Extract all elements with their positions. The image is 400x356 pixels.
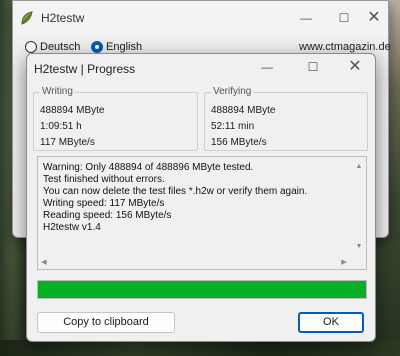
dialog-close-button[interactable]: ✕: [340, 56, 370, 78]
scroll-left-arrow-icon[interactable]: ◀: [38, 258, 50, 268]
writing-groupbox: Writing 488894 MByte 1:09:51 h 117 MByte…: [33, 86, 198, 151]
scroll-down-arrow-icon[interactable]: ▼: [353, 243, 365, 253]
radio-english[interactable]: [91, 41, 103, 53]
website-link[interactable]: www.ctmagazin.de: [299, 41, 391, 53]
scroll-right-arrow-icon[interactable]: ▶: [338, 258, 350, 268]
h2testw-leaf-icon: [21, 11, 33, 25]
writing-size: 488894 MByte: [40, 105, 105, 116]
writing-speed: 117 MByte/s: [40, 137, 95, 148]
log-line: Reading speed: 156 MByte/s: [43, 210, 172, 221]
log-line: H2testw v1.4: [43, 222, 101, 233]
dialog-titlebar[interactable]: H2testw | Progress — ☐ ✕: [27, 54, 375, 82]
log-line: You can now delete the test files *.h2w …: [43, 186, 308, 197]
dialog-maximize-button[interactable]: ☐: [298, 56, 328, 78]
close-button[interactable]: ✕: [359, 7, 389, 29]
maximize-button[interactable]: ☐: [329, 7, 359, 29]
radio-deutsch[interactable]: [25, 41, 37, 53]
writing-label: Writing: [40, 86, 75, 97]
dialog-minimize-button[interactable]: —: [252, 56, 282, 78]
main-titlebar[interactable]: H2testw — ☐ ✕: [13, 1, 388, 35]
minimize-button[interactable]: —: [291, 7, 321, 29]
radio-english-label[interactable]: English: [106, 41, 142, 53]
log-textbox[interactable]: Warning: Only 488894 of 488896 MByte tes…: [37, 156, 367, 270]
radio-deutsch-label[interactable]: Deutsch: [40, 41, 80, 53]
verifying-size: 488894 MByte: [211, 105, 276, 116]
scroll-up-arrow-icon[interactable]: ▲: [353, 163, 365, 173]
ok-button[interactable]: OK: [298, 312, 364, 333]
dialog-title: H2testw | Progress: [34, 62, 136, 76]
log-line: Writing speed: 117 MByte/s: [43, 198, 165, 209]
verifying-groupbox: Verifying 488894 MByte 52:11 min 156 MBy…: [204, 86, 368, 151]
progress-bar: [37, 280, 367, 299]
desktop-background-bottom: [0, 340, 400, 356]
verifying-time: 52:11 min: [211, 121, 255, 132]
writing-time: 1:09:51 h: [40, 121, 82, 132]
verifying-speed: 156 MByte/s: [211, 137, 267, 148]
progress-bar-fill: [38, 281, 366, 298]
log-line: Warning: Only 488894 of 488896 MByte tes…: [43, 162, 254, 173]
log-line: Test finished without errors.: [43, 174, 165, 185]
copy-to-clipboard-button[interactable]: Copy to clipboard: [37, 312, 175, 333]
progress-dialog: H2testw | Progress — ☐ ✕ Writing 488894 …: [26, 53, 376, 342]
verifying-label: Verifying: [211, 86, 254, 97]
main-window-title: H2testw: [41, 11, 85, 25]
